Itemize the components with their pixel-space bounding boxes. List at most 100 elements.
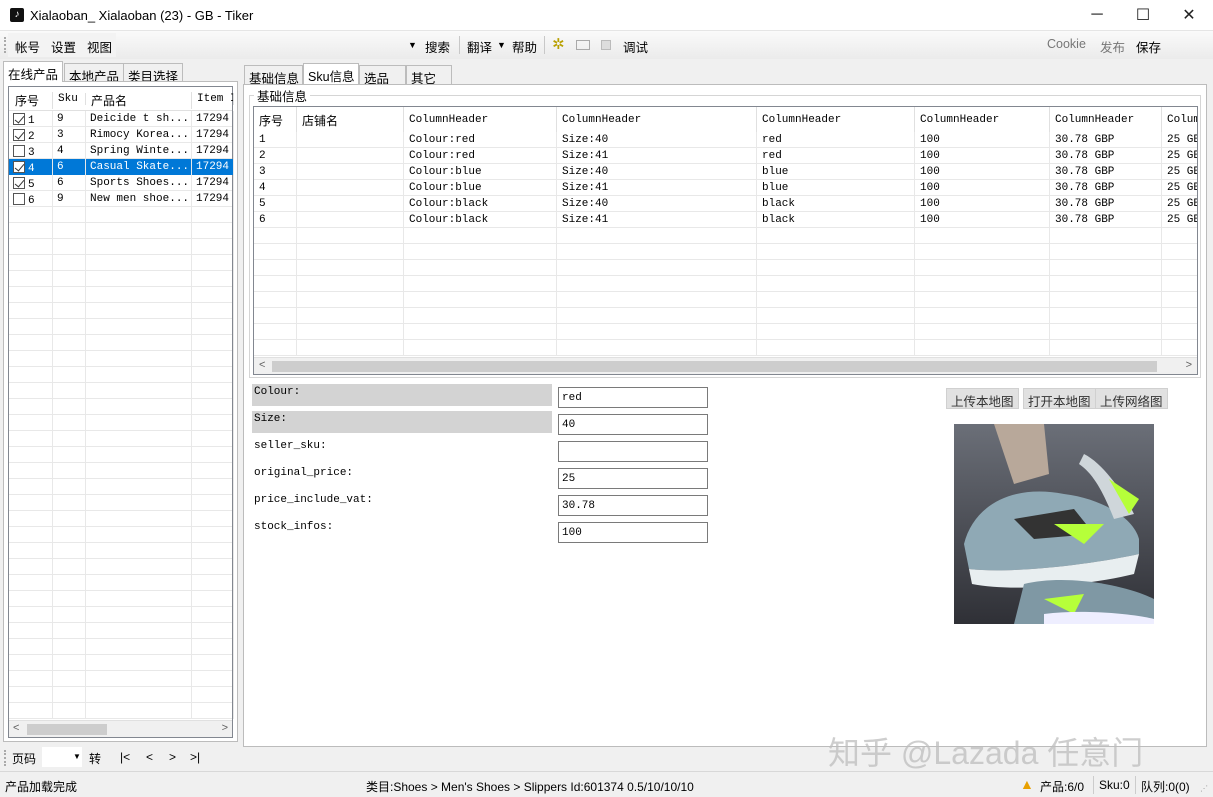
header-item[interactable]: Item I bbox=[192, 93, 234, 105]
product-row[interactable]: 2 3 Rimocy Korea... 17294 bbox=[9, 127, 234, 143]
upload-web-image-button[interactable]: 上传网络图 bbox=[1095, 388, 1168, 409]
sku-cell: 30.78 GBP bbox=[1050, 180, 1162, 196]
sku-row[interactable]: 5 Colour:black Size:40 black 100 30.78 GBP 25 … bbox=[254, 196, 1197, 212]
sku-cell: Colour:blue bbox=[404, 180, 557, 196]
product-list: 序号 Sku 产品名 Item I 1 9 Deicide t sh... 17294… bbox=[8, 86, 234, 738]
row-checkbox[interactable] bbox=[13, 177, 25, 189]
column-header[interactable]: 店铺名 bbox=[297, 107, 404, 132]
debug-button[interactable]: 调试 bbox=[623, 37, 648, 56]
row-checkbox[interactable] bbox=[13, 145, 25, 157]
stop-icon[interactable] bbox=[601, 40, 611, 50]
empty-row bbox=[254, 244, 1197, 260]
maximize-button[interactable]: ☐ bbox=[1120, 0, 1166, 30]
product-row[interactable]: 3 4 Spring Winte... 17294 bbox=[9, 143, 234, 159]
empty-row bbox=[9, 671, 234, 687]
column-header[interactable]: ColumnHeader bbox=[1050, 107, 1162, 132]
empty-row bbox=[9, 383, 234, 399]
open-local-image-button[interactable]: 打开本地图 bbox=[1023, 388, 1096, 409]
tab-online-products[interactable]: 在线产品 bbox=[3, 61, 64, 82]
menu-settings[interactable]: 设置 bbox=[51, 37, 76, 56]
product-row[interactable]: 1 9 Deicide t sh... 17294 bbox=[9, 111, 234, 127]
dropdown-arrow-icon[interactable]: ▼ bbox=[73, 752, 81, 761]
sku-cell: 25 GB bbox=[1162, 212, 1197, 228]
horizontal-scrollbar[interactable]: < > bbox=[9, 720, 232, 737]
sku-cell: Colour:blue bbox=[404, 164, 557, 180]
dropdown-arrow-icon[interactable]: ▼ bbox=[408, 40, 417, 50]
empty-row bbox=[9, 351, 234, 367]
column-header[interactable]: ColumnHeader bbox=[915, 107, 1050, 132]
column-header[interactable]: ColumnHeader bbox=[757, 107, 915, 132]
product-row[interactable]: 4 6 Casual Skate... 17294 bbox=[9, 159, 234, 175]
help-button[interactable]: 帮助 bbox=[512, 37, 537, 56]
dropdown-arrow-icon[interactable]: ▼ bbox=[497, 40, 506, 50]
tab-basic-info[interactable]: 基础信息 bbox=[244, 65, 303, 86]
next-page-button[interactable]: > bbox=[169, 750, 176, 764]
field-input[interactable] bbox=[558, 522, 708, 543]
header-sku[interactable]: Sku bbox=[53, 93, 86, 105]
first-page-button[interactable]: |< bbox=[120, 750, 130, 764]
checkbox-icon[interactable] bbox=[576, 40, 590, 50]
field-input[interactable] bbox=[558, 441, 708, 462]
tab-other[interactable]: 其它 bbox=[406, 65, 452, 86]
go-button[interactable]: 转 bbox=[89, 750, 101, 767]
empty-row bbox=[9, 367, 234, 383]
sku-row[interactable]: 3 Colour:blue Size:40 blue 100 30.78 GBP 25 GB bbox=[254, 164, 1197, 180]
sku-row[interactable]: 4 Colour:blue Size:41 blue 100 30.78 GBP 25 GB bbox=[254, 180, 1197, 196]
sku-row[interactable]: 2 Colour:red Size:41 red 100 30.78 GBP 25 GB bbox=[254, 148, 1197, 164]
menu-view[interactable]: 视图 bbox=[87, 37, 112, 56]
row-checkbox[interactable] bbox=[13, 129, 25, 141]
prev-page-button[interactable]: < bbox=[146, 750, 153, 764]
field-input[interactable] bbox=[558, 414, 708, 435]
header-name[interactable]: 产品名 bbox=[86, 92, 192, 109]
bee-icon[interactable]: ✲ bbox=[552, 35, 565, 53]
sku-cell: 4 bbox=[254, 180, 297, 196]
minimize-button[interactable]: ─ bbox=[1074, 0, 1120, 30]
horizontal-scrollbar[interactable]: < > bbox=[254, 357, 1197, 374]
sku-cell: 25 GB bbox=[1162, 164, 1197, 180]
sku-row[interactable]: 1 Colour:red Size:40 red 100 30.78 GBP 25 GB bbox=[254, 132, 1197, 148]
resize-grip-icon[interactable]: ⋰ bbox=[1200, 784, 1208, 793]
search-button[interactable]: 搜索 bbox=[425, 37, 450, 56]
close-button[interactable]: ✕ bbox=[1166, 0, 1212, 30]
row-no: 5 bbox=[28, 179, 35, 191]
translate-button[interactable]: 翻译 bbox=[467, 37, 492, 56]
product-row[interactable]: 6 9 New men shoe... 17294 bbox=[9, 191, 234, 207]
sku-cell bbox=[297, 164, 404, 180]
column-header[interactable]: Colum bbox=[1162, 107, 1197, 132]
menu-account[interactable]: 帐号 bbox=[15, 37, 40, 56]
tab-category-select[interactable]: 类目选择 bbox=[123, 63, 184, 84]
row-sku: 9 bbox=[53, 191, 86, 207]
tab-sku-info[interactable]: Sku信息 bbox=[303, 63, 359, 84]
upload-local-image-button[interactable]: 上传本地图 bbox=[946, 388, 1019, 409]
header-no[interactable]: 序号 bbox=[9, 92, 53, 109]
sku-cell: Size:40 bbox=[557, 196, 757, 212]
save-button[interactable]: 保存 bbox=[1136, 37, 1161, 56]
sku-cell: 100 bbox=[915, 164, 1050, 180]
sku-cell: Size:41 bbox=[557, 148, 757, 164]
field-input[interactable] bbox=[558, 495, 708, 516]
empty-row bbox=[9, 607, 234, 623]
tab-product-select[interactable]: 选品 bbox=[359, 65, 406, 86]
product-image[interactable] bbox=[954, 424, 1154, 624]
field-input[interactable] bbox=[558, 387, 708, 408]
column-header[interactable]: 序号 bbox=[254, 107, 297, 132]
row-sku: 4 bbox=[53, 143, 86, 159]
tab-local-products[interactable]: 本地产品 bbox=[64, 63, 125, 84]
column-header[interactable]: ColumnHeader bbox=[557, 107, 757, 132]
empty-row bbox=[9, 479, 234, 495]
sku-row[interactable]: 6 Colour:black Size:41 black 100 30.78 GBP 25 … bbox=[254, 212, 1197, 228]
field-label: Colour: bbox=[252, 384, 552, 406]
row-checkbox[interactable] bbox=[13, 193, 25, 205]
status-category: 类目:Shoes > Men's Shoes > Slippers Id:601… bbox=[366, 780, 694, 794]
publish-button[interactable]: 发布 bbox=[1100, 37, 1125, 56]
row-checkbox[interactable] bbox=[13, 113, 25, 125]
cookie-button[interactable]: Cookie bbox=[1047, 37, 1086, 51]
product-row[interactable]: 5 6 Sports Shoes... 17294 bbox=[9, 175, 234, 191]
empty-row bbox=[9, 415, 234, 431]
tiktok-icon: ♪ bbox=[10, 8, 24, 22]
field-input[interactable] bbox=[558, 468, 708, 489]
sku-cell: 25 GB bbox=[1162, 148, 1197, 164]
last-page-button[interactable]: >| bbox=[190, 750, 200, 764]
column-header[interactable]: ColumnHeader bbox=[404, 107, 557, 132]
row-checkbox[interactable] bbox=[13, 161, 25, 173]
